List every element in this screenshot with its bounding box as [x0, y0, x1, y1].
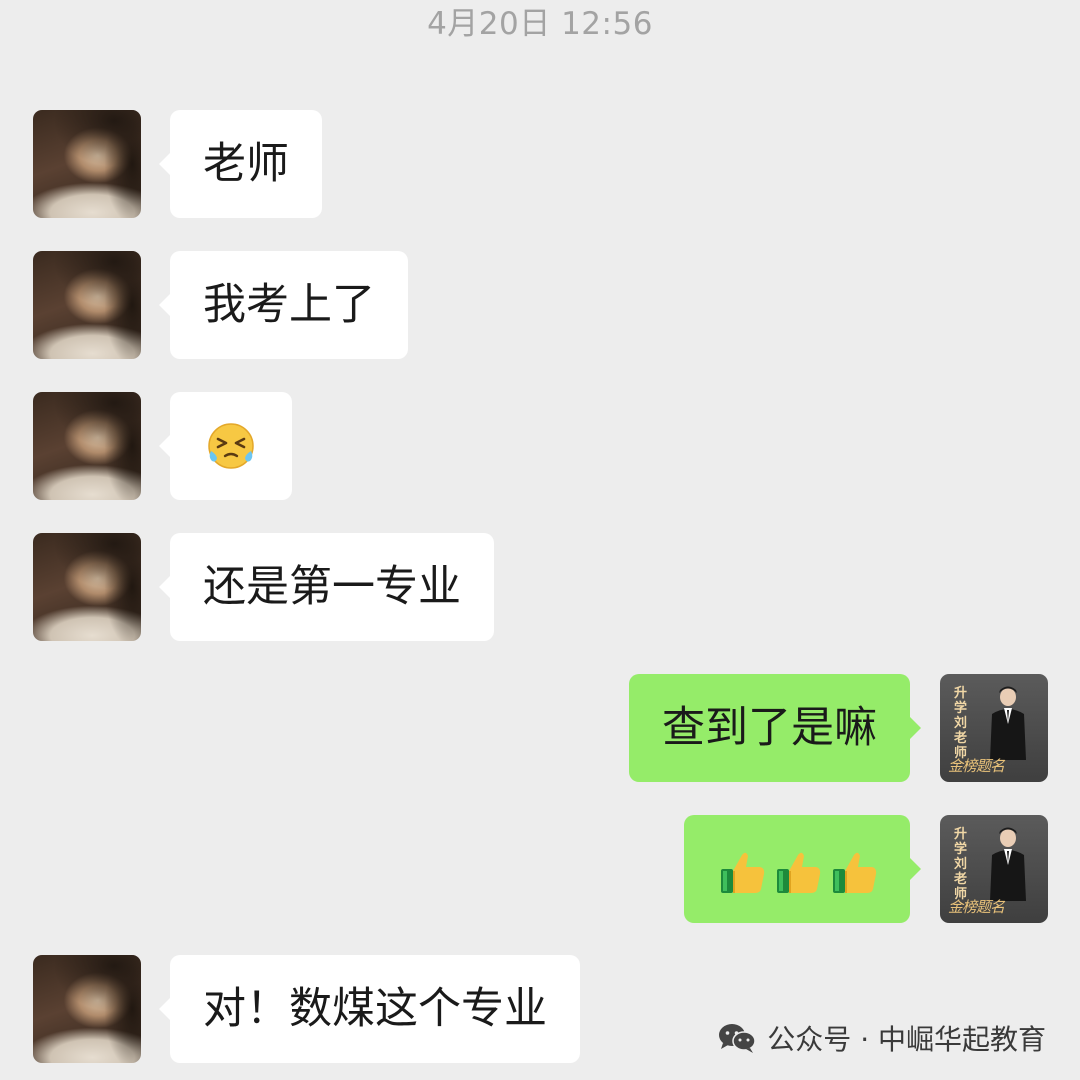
account-watermark: 公众号 · 中崛华起教育: [717, 1016, 1046, 1060]
thumbs-up-emoji: [721, 852, 765, 893]
contact-avatar[interactable]: [33, 533, 141, 641]
teacher-figure-icon: [990, 827, 1026, 901]
message-bubble[interactable]: [684, 815, 921, 923]
contact-avatar[interactable]: [33, 392, 141, 500]
wechat-icon: [719, 1024, 757, 1053]
thumbs-up-emoji: [833, 852, 877, 893]
avatar-signature-text: 金榜题名: [948, 898, 1005, 916]
message-bubble[interactable]: [159, 392, 292, 500]
message-bubble[interactable]: 对！数煤这个专业: [159, 955, 580, 1063]
avatar-tag-text: 升学刘老师: [954, 686, 968, 761]
watermark-text: 公众号 · 中崛华起教育: [767, 1023, 1046, 1056]
message-text: 老师: [203, 139, 289, 189]
avatar-tag-text: 升学刘老师: [954, 827, 968, 902]
thumbs-up-emoji: [777, 852, 821, 893]
teacher-avatar[interactable]: 升学刘老师 金榜题名: [940, 674, 1048, 782]
message-bubble[interactable]: 还是第一专业: [159, 533, 494, 641]
message-bubble[interactable]: 老师: [159, 110, 322, 218]
message-bubble[interactable]: 查到了是嘛: [629, 674, 921, 782]
contact-avatar[interactable]: [33, 251, 141, 359]
contact-avatar[interactable]: [33, 955, 141, 1063]
contact-avatar[interactable]: [33, 110, 141, 218]
message-text: 对！数煤这个专业: [203, 984, 547, 1034]
message-text: 还是第一专业: [203, 562, 461, 612]
teacher-figure-icon: [990, 686, 1026, 760]
message-bubble[interactable]: 我考上了: [159, 251, 408, 359]
avatar-signature-text: 金榜题名: [948, 757, 1005, 775]
message-text: 查到了是嘛: [662, 703, 877, 753]
message-text: 我考上了: [203, 280, 375, 330]
teacher-avatar[interactable]: 升学刘老师 金榜题名: [940, 815, 1048, 923]
message-timestamp: 4月20日 12:56: [427, 6, 653, 42]
chat-window: 4月20日 12:56 老师 我考上了 还是第一专业 升学刘老师 金榜题名 查到…: [0, 0, 1080, 1080]
squinting-tears-emoji: [208, 422, 254, 469]
